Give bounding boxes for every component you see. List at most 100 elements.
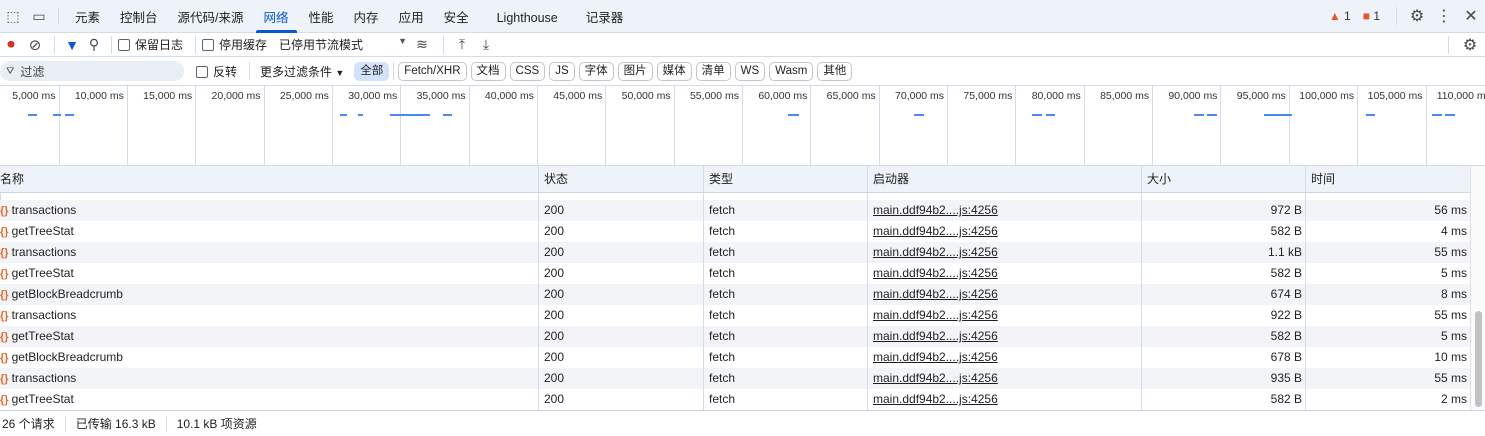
- device-toolbar-icon[interactable]: ▭: [26, 8, 52, 25]
- scrollbar-thumb[interactable]: [1475, 311, 1482, 407]
- request-name[interactable]: getBlockBreadcrumb: [12, 350, 123, 364]
- column-header-4[interactable]: 大小: [1141, 166, 1305, 192]
- timeline-request-bar: [28, 114, 37, 116]
- initiator-link[interactable]: main.ddf94b2....js:4256: [873, 392, 998, 406]
- request-name[interactable]: transactions: [12, 371, 77, 385]
- cell-initiator[interactable]: main.ddf94b2....js:4256: [867, 305, 1141, 326]
- filter-input[interactable]: ⛛ 过滤: [0, 61, 184, 81]
- tab-1[interactable]: 控制台: [110, 0, 168, 33]
- tab-9[interactable]: 记录器: [576, 0, 634, 33]
- filter-type-4[interactable]: JS: [549, 61, 575, 81]
- cell-initiator[interactable]: main.ddf94b2....js:4256: [867, 326, 1141, 347]
- more-options-icon[interactable]: ⋮: [1431, 6, 1457, 26]
- tab-3[interactable]: 网络: [254, 0, 299, 33]
- issues-badge[interactable]: ■ 1: [1363, 9, 1380, 23]
- clear-icon[interactable]: ⊘: [22, 36, 48, 54]
- table-row[interactable]: {} getTreeStat 200 fetch main.ddf94b2....js:…: [0, 389, 1470, 410]
- network-settings-gear-icon[interactable]: ⚙: [1455, 35, 1485, 55]
- cell-initiator[interactable]: main.ddf94b2....js:4256: [867, 347, 1141, 368]
- filter-type-6[interactable]: 图片: [617, 61, 653, 81]
- network-overview-timeline[interactable]: 5,000 ms 10,000 ms 15,000 ms 20,000 ms 25,00…: [0, 86, 1485, 166]
- request-name[interactable]: getTreeStat: [12, 266, 74, 280]
- filter-type-0[interactable]: 全部: [354, 61, 390, 81]
- initiator-link[interactable]: main.ddf94b2....js:4256: [873, 224, 998, 238]
- filter-type-1[interactable]: Fetch/XHR: [398, 61, 467, 81]
- tab-6[interactable]: 应用: [389, 0, 434, 33]
- table-row[interactable]: {} getTreeStat 200 fetch main.ddf94b2....js:…: [0, 263, 1470, 284]
- initiator-link[interactable]: main.ddf94b2....js:4256: [873, 287, 998, 301]
- cell-name: {} getTreeStat: [0, 326, 538, 347]
- table-scrollbar[interactable]: [1470, 166, 1485, 410]
- cell-initiator[interactable]: main.ddf94b2....js:4256: [867, 221, 1141, 242]
- network-conditions-icon[interactable]: ≋: [407, 36, 437, 53]
- column-header-2[interactable]: 类型: [703, 166, 867, 192]
- column-header-0[interactable]: 名称: [0, 166, 538, 192]
- table-row[interactable]: {} getTreeStat 200 fetch main.ddf94b2....js:…: [0, 221, 1470, 242]
- filter-type-3[interactable]: CSS: [509, 61, 546, 81]
- filter-type-5[interactable]: 字体: [578, 61, 614, 81]
- settings-gear-icon[interactable]: ⚙: [1403, 6, 1431, 26]
- request-name[interactable]: getBlockBreadcrumb: [12, 287, 123, 301]
- request-name[interactable]: transactions: [12, 203, 77, 217]
- filter-type-11[interactable]: 其他: [817, 61, 853, 81]
- cell-type: fetch: [703, 389, 867, 410]
- timeline-tick-label: 45,000 ms: [553, 90, 603, 102]
- table-row[interactable]: {} transactions 200 fetch main.ddf94b2....js…: [0, 305, 1470, 326]
- cell-initiator[interactable]: main.ddf94b2....js:4256: [867, 368, 1141, 389]
- request-name[interactable]: getTreeStat: [12, 329, 74, 343]
- cell-initiator[interactable]: main.ddf94b2....js:4256: [867, 389, 1141, 410]
- record-stop-icon[interactable]: ⏺: [0, 36, 22, 53]
- throttle-select[interactable]: 已停用节流模式 ▼: [279, 36, 407, 53]
- table-row[interactable]: {} transactions 200 fetch main.ddf94b2....js…: [0, 200, 1470, 221]
- timeline-tick-label: 90,000 ms: [1168, 90, 1218, 102]
- initiator-link[interactable]: main.ddf94b2....js:4256: [873, 308, 998, 322]
- column-header-1[interactable]: 状态: [538, 166, 703, 192]
- filter-icon[interactable]: ▼: [61, 37, 83, 53]
- inspect-element-icon[interactable]: ⬚: [0, 8, 26, 25]
- request-name[interactable]: transactions: [12, 308, 77, 322]
- table-row[interactable]: {} transactions 200 fetch main.ddf94b2....js…: [0, 368, 1470, 389]
- table-row[interactable]: {} getBlockBreadcrumb 200 fetch main.ddf94b2…: [0, 347, 1470, 368]
- tab-4[interactable]: 性能: [299, 0, 344, 33]
- initiator-link[interactable]: main.ddf94b2....js:4256: [873, 350, 998, 364]
- preserve-log-checkbox[interactable]: 保留日志: [118, 36, 183, 53]
- filter-type-10[interactable]: Wasm: [769, 61, 814, 81]
- cell-initiator[interactable]: main.ddf94b2....js:4256: [867, 242, 1141, 263]
- request-name[interactable]: transactions: [12, 245, 77, 259]
- column-header-5[interactable]: 时间: [1305, 166, 1470, 192]
- table-row[interactable]: {} transactions 200 fetch main.ddf94b2....js…: [0, 242, 1470, 263]
- filter-type-9[interactable]: WS: [734, 61, 766, 81]
- table-row[interactable]: {} getBlockBreadcrumb 200 fetch main.ddf94b2…: [0, 284, 1470, 305]
- invert-checkbox[interactable]: 反转: [196, 63, 237, 80]
- close-icon[interactable]: ✕: [1457, 6, 1485, 26]
- cell-initiator[interactable]: main.ddf94b2....js:4256: [867, 284, 1141, 305]
- cell-initiator[interactable]: main.ddf94b2....js:4256: [867, 263, 1141, 284]
- tab-2[interactable]: 源代码/来源: [168, 0, 254, 33]
- tab-0[interactable]: 元素: [65, 0, 110, 33]
- export-har-icon[interactable]: ⤓: [474, 36, 498, 53]
- table-row[interactable]: {} getTreeStat 200 fetch main.ddf94b2....js:…: [0, 326, 1470, 347]
- column-header-3[interactable]: 启动器: [867, 166, 1141, 192]
- filter-type-2[interactable]: 文档: [470, 61, 506, 81]
- initiator-link[interactable]: main.ddf94b2....js:4256: [873, 266, 998, 280]
- cell-initiator[interactable]: main.ddf94b2....js:4256: [867, 200, 1141, 221]
- initiator-link[interactable]: main.ddf94b2....js:4256: [873, 203, 998, 217]
- search-icon[interactable]: ⚲: [83, 36, 105, 53]
- initiator-link[interactable]: main.ddf94b2....js:4256: [873, 371, 998, 385]
- tab-8[interactable]: Lighthouse: [479, 0, 576, 33]
- fetch-request-icon: {}: [0, 268, 9, 280]
- import-har-icon[interactable]: ⤒: [450, 36, 474, 53]
- initiator-link[interactable]: main.ddf94b2....js:4256: [873, 329, 998, 343]
- cell-time: 2 ms: [1305, 389, 1470, 410]
- initiator-link[interactable]: main.ddf94b2....js:4256: [873, 245, 998, 259]
- request-name[interactable]: getTreeStat: [12, 392, 74, 406]
- tab-5[interactable]: 内存: [344, 0, 389, 33]
- tab-7[interactable]: 安全: [434, 0, 479, 33]
- filter-type-7[interactable]: 媒体: [656, 61, 692, 81]
- warnings-badge[interactable]: ▲ 1: [1329, 9, 1351, 23]
- more-filters-dropdown[interactable]: 更多过滤条件 ▼: [260, 63, 344, 80]
- disable-cache-checkbox[interactable]: 停用缓存: [202, 36, 267, 53]
- filter-type-8[interactable]: 清单: [695, 61, 731, 81]
- timeline-request-bar: [65, 114, 74, 116]
- request-name[interactable]: getTreeStat: [12, 224, 74, 238]
